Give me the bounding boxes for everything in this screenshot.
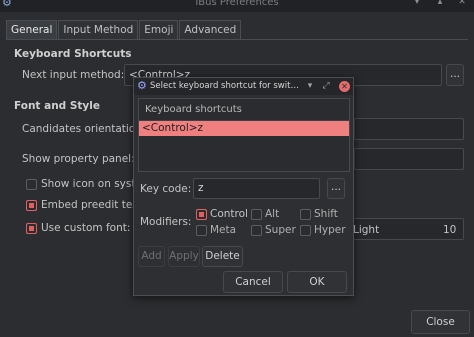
show-property-panel-select[interactable] [354,148,464,170]
dialog-titlebar: ⚙ Select keyboard shortcut for swit… ▾ ⤢… [134,78,353,95]
font-style-heading: Font and Style [14,100,100,112]
candidates-orientation-label: Candidates orientation: [22,123,146,135]
dialog-close-icon[interactable]: ✕ [339,81,350,92]
add-button[interactable]: Add [138,246,165,267]
close-icon[interactable]: ✕ [456,0,468,7]
tab-advanced[interactable]: Advanced [179,20,242,40]
show-property-panel-label: Show property panel: [22,153,135,165]
use-custom-font-label: Use custom font: [41,222,131,234]
ok-button[interactable]: OK [287,271,347,293]
font-size: 10 [443,224,457,236]
tab-emoji[interactable]: Emoji [139,20,179,40]
modifier-meta-checkbox[interactable] [196,225,207,236]
shortcut-list-item[interactable]: <Control>z [139,121,349,136]
close-button[interactable]: Close [411,310,470,334]
next-input-method-label: Next input method: [22,69,125,81]
cancel-button[interactable]: Cancel [223,271,283,293]
dialog-minimize-icon[interactable]: ▾ [304,79,316,93]
modifier-control-label: Control [210,208,248,220]
tab-bar: General Input Method Emoji Advanced [6,20,242,40]
shortcut-list-header: Keyboard shortcuts [145,104,242,115]
minimize-icon[interactable]: ▾ [411,0,423,7]
modifier-shift-label: Shift [314,208,338,220]
shortcut-list: Keyboard shortcuts <Control>z [138,98,350,172]
modifier-alt-checkbox[interactable] [251,209,262,220]
keyboard-shortcuts-heading: Keyboard Shortcuts [14,48,132,60]
font-name: Light [353,224,380,236]
key-code-label: Key code: [140,183,192,195]
apply-button[interactable]: Apply [168,246,200,267]
modifier-hyper-checkbox[interactable] [300,225,311,236]
modifier-hyper-label: Hyper [314,224,346,236]
dialog-maximize-icon[interactable]: ⤢ [320,79,332,93]
tab-panel-border [6,39,468,40]
modifier-meta-label: Meta [210,224,237,236]
modifier-super-checkbox[interactable] [251,225,262,236]
window-titlebar: ⚙ IBus Preferences ▾ ▴ ✕ [0,0,474,12]
embed-preedit-label: Embed preedit text [41,199,133,211]
embed-preedit-checkbox[interactable] [26,200,37,211]
shortcut-dialog: ⚙ Select keyboard shortcut for swit… ▾ ⤢… [133,77,354,296]
dialog-title: Select keyboard shortcut for swit… [150,81,299,91]
tab-input-method[interactable]: Input Method [58,20,139,40]
modifier-alt-label: Alt [265,208,280,220]
show-icon-checkbox[interactable] [26,179,37,190]
gear-icon: ⚙ [137,79,147,92]
modifier-shift-checkbox[interactable] [300,209,311,220]
key-code-more-button[interactable]: ... [327,178,345,199]
modifier-control-checkbox[interactable] [196,209,207,220]
maximize-icon[interactable]: ▴ [434,0,446,7]
use-custom-font-checkbox[interactable] [26,223,37,234]
delete-button[interactable]: Delete [202,246,243,267]
next-input-method-more-button[interactable]: ... [446,64,464,86]
modifiers-label: Modifiers: [140,216,192,228]
key-code-input[interactable]: z [193,178,320,199]
modifier-super-label: Super [265,224,296,236]
font-picker-button[interactable]: Light 10 [344,218,464,240]
candidates-orientation-select[interactable] [354,118,464,140]
tab-general[interactable]: General [6,20,58,40]
show-icon-label: Show icon on syste [41,178,133,190]
window-title: IBus Preferences [195,0,279,8]
